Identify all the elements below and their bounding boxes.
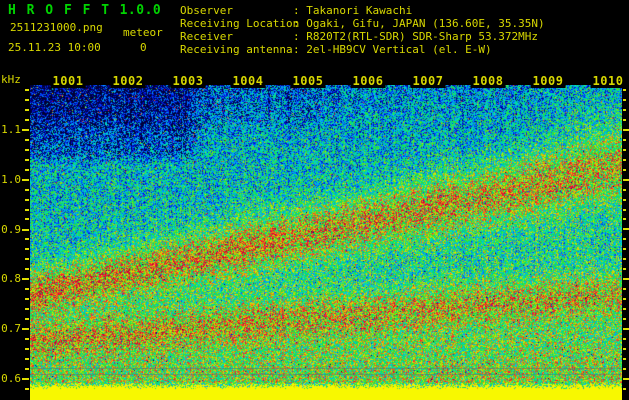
y-minor-tick-right	[623, 149, 626, 151]
y-minor-tick-right	[623, 358, 626, 360]
y-major-tick-right	[623, 378, 629, 380]
y-major-tick-right	[623, 328, 629, 330]
time-label: 1008	[470, 74, 506, 88]
y-minor-tick-right	[623, 218, 626, 220]
app-title-line: H R O F F T 1.0.0	[8, 3, 161, 18]
y-minor-tick	[25, 368, 29, 370]
y-minor-tick	[25, 298, 29, 300]
y-minor-tick	[25, 308, 29, 310]
y-minor-tick-right	[623, 199, 626, 201]
info-label: Observer	[180, 4, 233, 17]
time-label: 1010	[590, 74, 626, 88]
mode-label: meteor	[123, 26, 163, 39]
y-minor-tick	[25, 149, 29, 151]
y-minor-tick-right	[623, 139, 626, 141]
y-minor-tick	[25, 209, 29, 211]
y-minor-tick-right	[623, 268, 626, 270]
filename-label: 2511231000.png	[10, 21, 103, 34]
info-value: : Takanori Kawachi	[293, 4, 413, 17]
time-label: 1007	[410, 74, 446, 88]
y-minor-tick-right	[623, 89, 626, 91]
y-major-tick	[22, 278, 29, 280]
y-minor-tick	[25, 238, 29, 240]
y-minor-tick-right	[623, 318, 626, 320]
info-value: : R820T2(RTL-SDR) SDR-Sharp 53.372MHz	[293, 30, 539, 43]
y-minor-tick	[25, 218, 29, 220]
y-minor-tick	[25, 139, 29, 141]
y-minor-tick	[25, 318, 29, 320]
y-minor-tick	[25, 99, 29, 101]
y-minor-tick-right	[623, 348, 626, 350]
y-minor-tick	[25, 348, 29, 350]
y-axis-label: 0.6	[1, 372, 21, 385]
y-minor-tick	[25, 199, 29, 201]
info-label: Receiver	[180, 30, 233, 43]
version-label: 1.0.0	[119, 3, 162, 18]
meteor-count: 0	[140, 41, 147, 54]
y-axis-label: 1.1	[1, 123, 21, 136]
y-minor-tick-right	[623, 169, 626, 171]
y-minor-tick-right	[623, 308, 626, 310]
y-minor-tick-right	[623, 189, 626, 191]
y-minor-tick	[25, 169, 29, 171]
y-minor-tick	[25, 258, 29, 260]
time-label: 1003	[170, 74, 206, 88]
y-minor-tick	[25, 189, 29, 191]
y-minor-tick	[25, 358, 29, 360]
y-major-tick	[22, 129, 29, 131]
time-label: 1006	[350, 74, 386, 88]
y-minor-tick-right	[623, 119, 626, 121]
time-label: 1009	[530, 74, 566, 88]
y-major-tick	[22, 179, 29, 181]
y-minor-tick-right	[623, 368, 626, 370]
y-minor-tick-right	[623, 109, 626, 111]
y-axis-label: 1.0	[1, 173, 21, 186]
y-minor-tick-right	[623, 388, 626, 390]
time-label: 1001	[50, 74, 86, 88]
info-value: : Ogaki, Gifu, JAPAN (136.60E, 35.35N)	[293, 17, 545, 30]
time-label: 1002	[110, 74, 146, 88]
y-major-tick-right	[623, 228, 629, 230]
info-value: : 2el-HB9CV Vertical (el. E-W)	[293, 43, 492, 56]
info-label: Receiving Location	[180, 17, 300, 30]
y-minor-tick-right	[623, 99, 626, 101]
y-major-tick-right	[623, 179, 629, 181]
y-major-tick-right	[623, 129, 629, 131]
y-minor-tick-right	[623, 338, 626, 340]
y-minor-tick	[25, 268, 29, 270]
y-minor-tick-right	[623, 159, 626, 161]
y-major-tick	[22, 378, 29, 380]
y-major-tick	[22, 328, 29, 330]
time-label: 1004	[230, 74, 266, 88]
y-minor-tick	[25, 119, 29, 121]
y-minor-tick-right	[623, 288, 626, 290]
y-minor-tick-right	[623, 298, 626, 300]
y-minor-tick	[25, 109, 29, 111]
y-major-tick	[22, 229, 29, 231]
y-minor-tick	[25, 248, 29, 250]
y-minor-tick	[25, 288, 29, 290]
y-axis-label: 0.7	[1, 322, 21, 335]
hrofft-screen: H R O F F T 1.0.0 2511231000.png meteor 2…	[0, 0, 629, 400]
y-minor-tick-right	[623, 248, 626, 250]
datetime-label: 25.11.23 10:00	[8, 41, 101, 54]
y-axis-label: 0.9	[1, 223, 21, 236]
time-label: 1005	[290, 74, 326, 88]
khz-unit-label: kHz	[1, 73, 21, 86]
info-label: Receiving antenna	[180, 43, 293, 56]
y-minor-tick	[25, 89, 29, 91]
spectrogram-canvas	[30, 85, 622, 400]
y-axis-label: 0.8	[1, 272, 21, 285]
y-major-tick-right	[623, 278, 629, 280]
y-minor-tick	[25, 159, 29, 161]
y-minor-tick	[25, 388, 29, 390]
app-title: H R O F F T	[8, 3, 111, 18]
y-minor-tick-right	[623, 238, 626, 240]
y-minor-tick-right	[623, 258, 626, 260]
y-minor-tick-right	[623, 209, 626, 211]
y-minor-tick	[25, 338, 29, 340]
